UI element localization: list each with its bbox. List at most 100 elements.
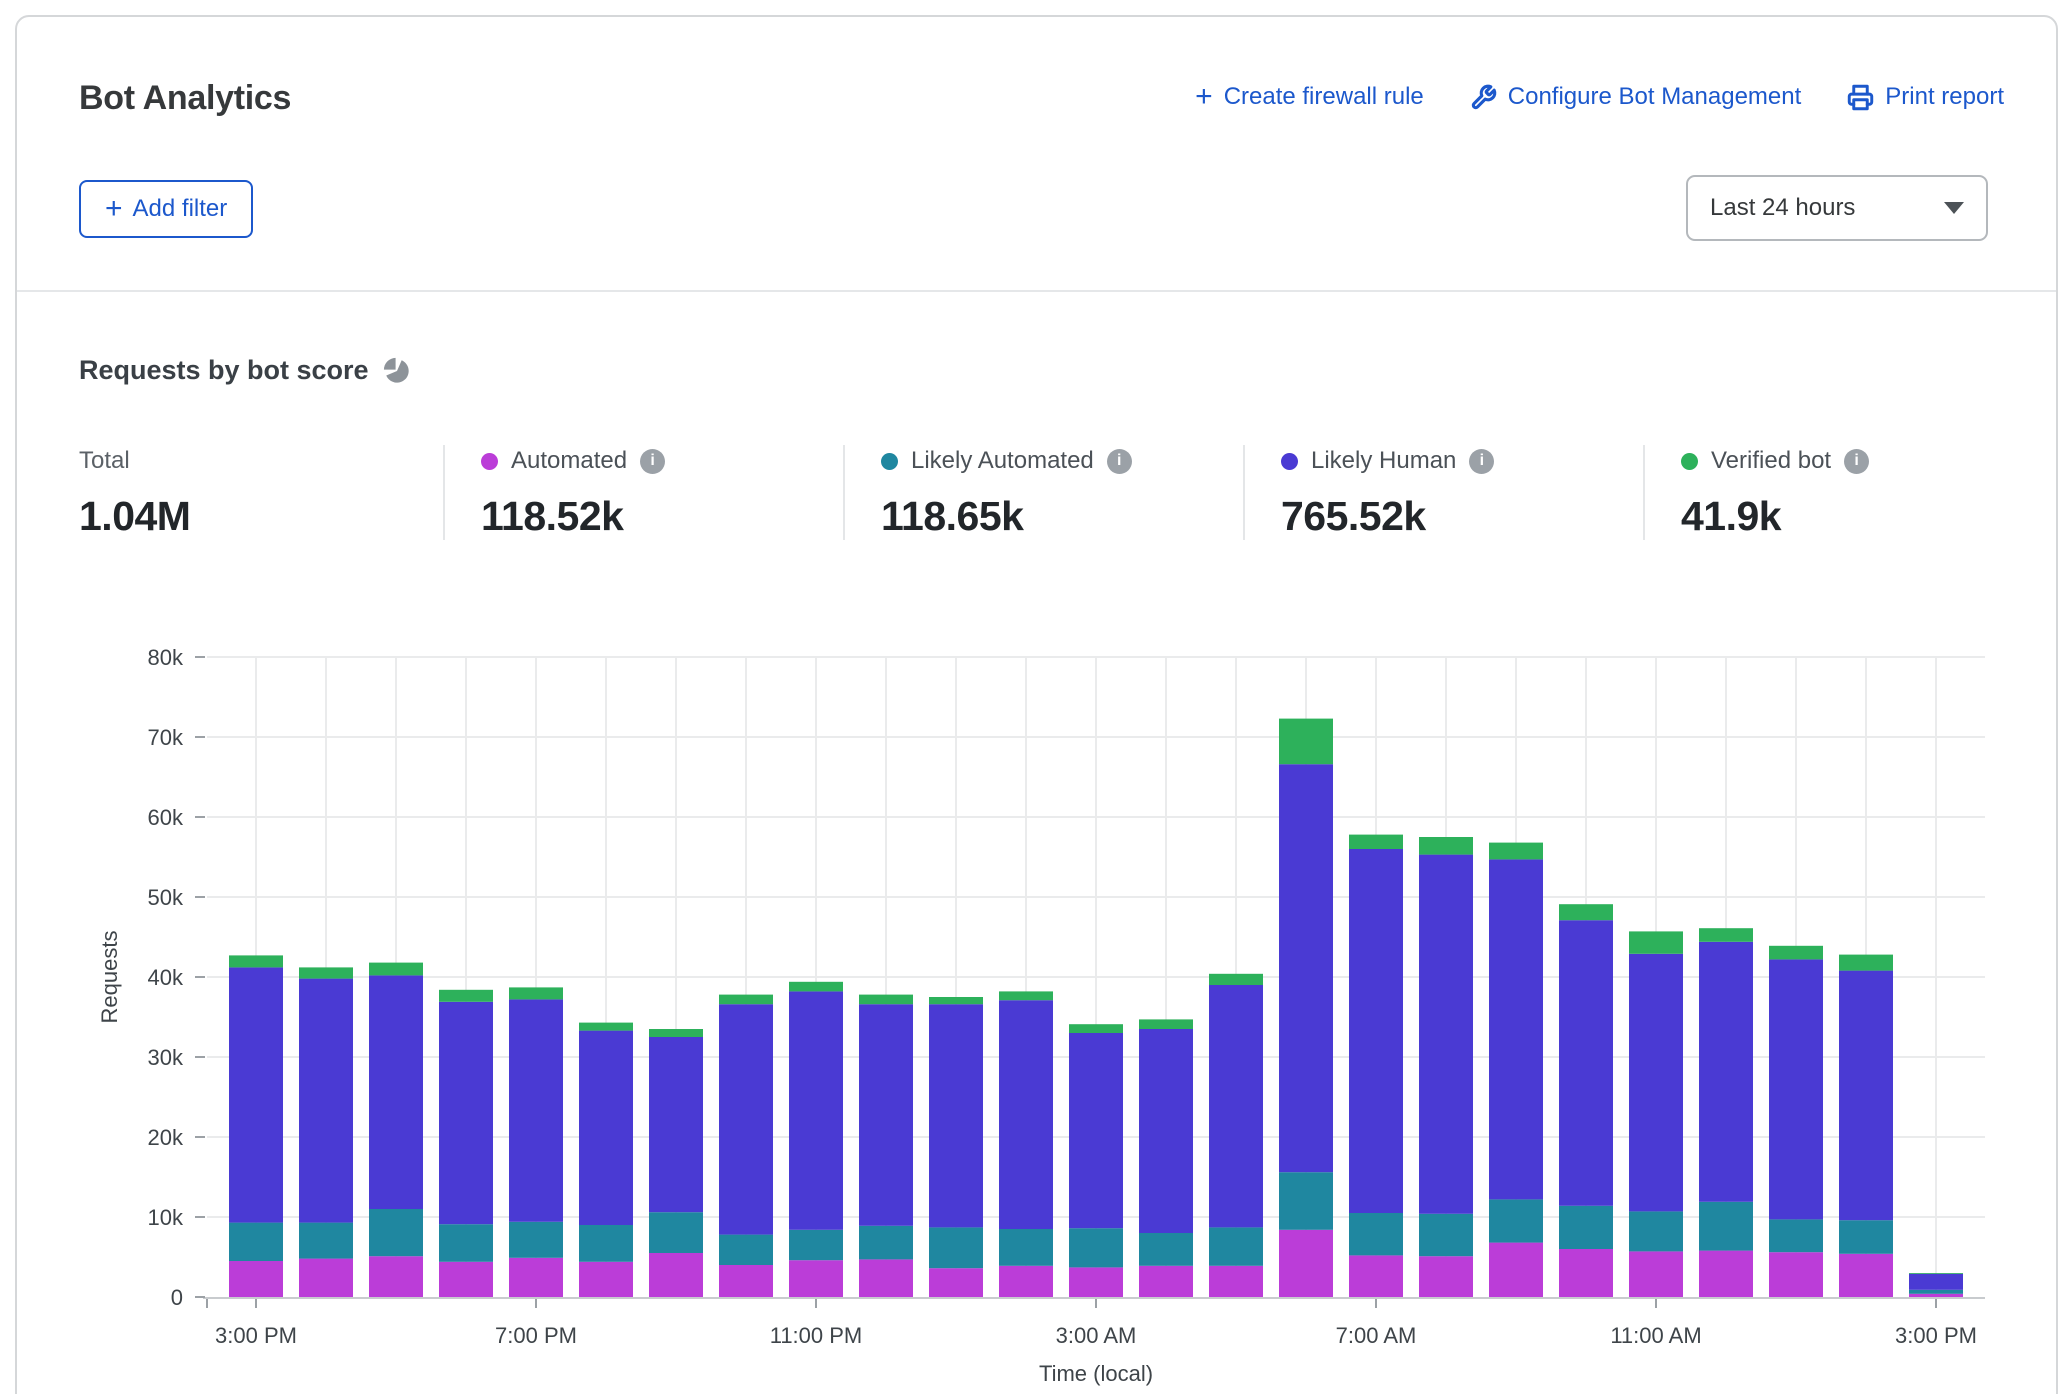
bar-segment[interactable]	[439, 1002, 493, 1224]
bar-segment[interactable]	[1279, 1172, 1333, 1230]
bar-segment[interactable]	[1069, 1267, 1123, 1297]
bar-segment[interactable]	[369, 963, 423, 976]
bar-segment[interactable]	[1349, 1213, 1403, 1255]
bar-segment[interactable]	[1769, 946, 1823, 960]
bar-2:00 PM[interactable]	[1839, 955, 1893, 1297]
bar-7:00 AM[interactable]	[1349, 835, 1403, 1297]
bar-segment[interactable]	[1559, 1206, 1613, 1249]
bar-8:00 PM[interactable]	[579, 1023, 633, 1297]
bar-segment[interactable]	[649, 1029, 703, 1037]
create-firewall-rule-link[interactable]: + Create firewall rule	[1195, 83, 1424, 111]
info-icon[interactable]: i	[1107, 449, 1132, 474]
bar-7:00 PM[interactable]	[509, 987, 563, 1297]
bar-segment[interactable]	[509, 999, 563, 1221]
bar-segment[interactable]	[1629, 954, 1683, 1212]
bar-segment[interactable]	[859, 1226, 913, 1260]
bar-segment[interactable]	[1419, 837, 1473, 855]
bar-segment[interactable]	[649, 1253, 703, 1297]
bar-segment[interactable]	[789, 991, 843, 1229]
bar-segment[interactable]	[1209, 985, 1263, 1227]
bar-segment[interactable]	[1909, 1274, 1963, 1290]
bar-segment[interactable]	[1419, 1214, 1473, 1256]
bar-6:00 AM[interactable]	[1279, 719, 1333, 1297]
bar-segment[interactable]	[649, 1037, 703, 1212]
bar-segment[interactable]	[1699, 928, 1753, 942]
bar-segment[interactable]	[1209, 1227, 1263, 1265]
bar-segment[interactable]	[1839, 955, 1893, 971]
bar-segment[interactable]	[229, 955, 283, 967]
bar-segment[interactable]	[439, 1262, 493, 1297]
bar-segment[interactable]	[369, 975, 423, 1209]
bar-segment[interactable]	[1349, 1255, 1403, 1297]
bar-5:00 AM[interactable]	[1209, 974, 1263, 1297]
bar-segment[interactable]	[1349, 835, 1403, 849]
bar-11:00 AM[interactable]	[1629, 931, 1683, 1297]
bar-segment[interactable]	[1839, 1220, 1893, 1254]
bar-segment[interactable]	[1769, 959, 1823, 1219]
bar-segment[interactable]	[579, 1031, 633, 1225]
bar-6:00 PM[interactable]	[439, 990, 493, 1297]
bar-segment[interactable]	[579, 1023, 633, 1031]
bar-segment[interactable]	[1839, 1254, 1893, 1297]
bar-segment[interactable]	[1909, 1290, 1963, 1294]
bar-segment[interactable]	[229, 1223, 283, 1261]
bar-segment[interactable]	[1839, 971, 1893, 1221]
bar-segment[interactable]	[1279, 719, 1333, 765]
bar-segment[interactable]	[929, 1227, 983, 1268]
bar-segment[interactable]	[859, 1259, 913, 1297]
bar-segment[interactable]	[1769, 1219, 1823, 1252]
bar-segment[interactable]	[1069, 1228, 1123, 1267]
bar-4:00 PM[interactable]	[299, 967, 353, 1297]
bar-2:00 AM[interactable]	[999, 991, 1053, 1297]
bar-segment[interactable]	[1559, 904, 1613, 920]
bar-8:00 AM[interactable]	[1419, 837, 1473, 1297]
bar-segment[interactable]	[1629, 1251, 1683, 1297]
bar-segment[interactable]	[509, 1222, 563, 1258]
bar-segment[interactable]	[1559, 920, 1613, 1206]
time-range-select[interactable]: Last 24 hours	[1686, 175, 1988, 241]
bar-3:00 AM[interactable]	[1069, 1024, 1123, 1297]
bar-segment[interactable]	[509, 1258, 563, 1297]
bar-segment[interactable]	[1699, 1202, 1753, 1251]
bar-segment[interactable]	[929, 1004, 983, 1227]
bar-segment[interactable]	[369, 1256, 423, 1297]
bar-segment[interactable]	[719, 1004, 773, 1234]
bar-segment[interactable]	[299, 979, 353, 1223]
bar-12:00 PM[interactable]	[1699, 928, 1753, 1297]
bar-10:00 PM[interactable]	[719, 995, 773, 1297]
bar-11:00 PM[interactable]	[789, 982, 843, 1297]
bar-segment[interactable]	[999, 1229, 1053, 1266]
bar-1:00 PM[interactable]	[1769, 946, 1823, 1297]
bar-segment[interactable]	[1489, 1243, 1543, 1297]
bar-9:00 AM[interactable]	[1489, 843, 1543, 1297]
bar-5:00 PM[interactable]	[369, 963, 423, 1297]
bar-3:00 PM[interactable]	[229, 955, 283, 1297]
bar-segment[interactable]	[1139, 1019, 1193, 1029]
configure-bot-management-link[interactable]: Configure Bot Management	[1470, 83, 1802, 111]
info-icon[interactable]: i	[1844, 449, 1869, 474]
print-report-link[interactable]: Print report	[1847, 83, 2004, 111]
bar-segment[interactable]	[1909, 1294, 1963, 1297]
bar-segment[interactable]	[649, 1212, 703, 1253]
bar-segment[interactable]	[1419, 1256, 1473, 1297]
bar-segment[interactable]	[1769, 1252, 1823, 1297]
bar-segment[interactable]	[1559, 1249, 1613, 1297]
bar-segment[interactable]	[579, 1225, 633, 1262]
bar-segment[interactable]	[1629, 1211, 1683, 1251]
bar-3:00 PM[interactable]	[1909, 1273, 1963, 1297]
bar-segment[interactable]	[789, 982, 843, 992]
bar-segment[interactable]	[439, 1224, 493, 1262]
bar-segment[interactable]	[1069, 1033, 1123, 1228]
bar-segment[interactable]	[789, 1260, 843, 1297]
bar-segment[interactable]	[719, 1235, 773, 1265]
bar-9:00 PM[interactable]	[649, 1029, 703, 1297]
bar-segment[interactable]	[1349, 849, 1403, 1213]
bar-segment[interactable]	[1279, 1230, 1333, 1297]
bar-1:00 AM[interactable]	[929, 997, 983, 1297]
bar-segment[interactable]	[1419, 855, 1473, 1214]
bar-segment[interactable]	[1209, 974, 1263, 985]
bar-segment[interactable]	[999, 1266, 1053, 1297]
bar-segment[interactable]	[1139, 1266, 1193, 1297]
bar-segment[interactable]	[1909, 1273, 1963, 1274]
info-icon[interactable]: i	[640, 449, 665, 474]
